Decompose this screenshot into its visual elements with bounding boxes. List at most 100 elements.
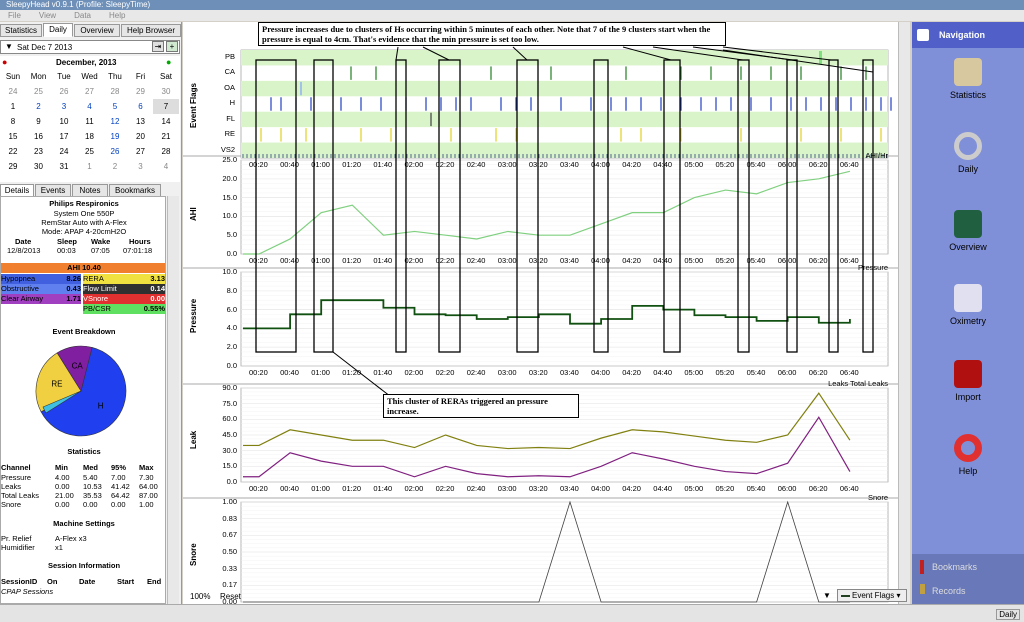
calendar-day[interactable]: 13 <box>128 114 154 129</box>
stats-cell: 1.00 <box>139 500 154 509</box>
calendar-day[interactable]: 1 <box>77 159 103 174</box>
menu-help[interactable]: Help <box>109 11 125 20</box>
calendar-day[interactable]: 10 <box>51 114 77 129</box>
flag-row-label: CA <box>224 67 235 77</box>
calendar-day[interactable]: 27 <box>77 84 103 99</box>
nav-overview[interactable]: Overview <box>912 210 1024 252</box>
calendar-day[interactable]: 23 <box>26 144 52 159</box>
calendar-day[interactable]: 24 <box>51 144 77 159</box>
calendar-day[interactable]: 19 <box>102 129 128 144</box>
calendar-day[interactable]: 22 <box>0 144 26 159</box>
nav-daily[interactable]: Daily <box>912 132 1024 174</box>
calendar-day[interactable]: 8 <box>0 114 26 129</box>
calendar-day[interactable]: 28 <box>102 84 128 99</box>
menu-view[interactable]: View <box>39 11 56 20</box>
calendar-day[interactable]: 15 <box>0 129 26 144</box>
reset-button[interactable]: Reset <box>220 592 241 601</box>
calendar-day[interactable]: 29 <box>128 84 154 99</box>
calendar-day[interactable]: 9 <box>26 114 52 129</box>
x-tick-label: 01:00 <box>311 256 330 265</box>
details-scrollbar[interactable] <box>167 196 179 604</box>
calendar-day[interactable]: 18 <box>77 129 103 144</box>
nav-label: Import <box>955 392 981 402</box>
calendar-day[interactable]: 6 <box>128 99 154 114</box>
calendar-day[interactable]: 12 <box>102 114 128 129</box>
calendar-day[interactable]: 28 <box>153 144 179 159</box>
calendar-day[interactable]: 2 <box>26 99 52 114</box>
x-tick-label: 01:20 <box>342 256 362 265</box>
calendar-day[interactable]: 3 <box>51 99 77 114</box>
machine-model: System One 550P <box>53 209 115 218</box>
sess-hdr-start: Start <box>117 577 135 586</box>
y-tick-label: 0.33 <box>222 563 237 573</box>
calendar-day[interactable]: 20 <box>128 129 154 144</box>
navigation-header: Navigation <box>912 22 1024 48</box>
next-month-icon[interactable]: ● <box>166 57 171 67</box>
add-button[interactable]: + <box>166 41 178 52</box>
calendar-day[interactable]: 31 <box>51 159 77 174</box>
next-day-button[interactable]: ⇥ <box>152 41 164 52</box>
x-tick-label: 05:20 <box>715 484 735 493</box>
stats-cell: 5.40 <box>83 473 98 482</box>
calendar-day[interactable]: 3 <box>128 159 154 174</box>
magnifier-icon <box>954 132 982 160</box>
graph-area: PB CA OA H FL RE VS2 00:20 00:40 01:00 01:20 01:40 0… <box>183 22 898 613</box>
calendar-day[interactable]: 4 <box>77 99 103 114</box>
calendar-day[interactable]: 26 <box>102 144 128 159</box>
scroll-down-icon[interactable]: ▼ <box>823 591 831 600</box>
calendar-day[interactable]: 21 <box>153 129 179 144</box>
calendar-day[interactable]: 14 <box>153 114 179 129</box>
setting-value: x1 <box>55 543 63 552</box>
prev-month-icon[interactable]: ● <box>2 57 7 67</box>
nav-label: Overview <box>949 242 987 252</box>
x-tick-label: 00:40 <box>280 256 299 265</box>
x-tick-label: 05:20 <box>715 368 735 377</box>
event-flags-dropdown[interactable]: Event Flags ▾ <box>837 589 907 602</box>
flag-mark <box>819 51 822 65</box>
menu-data[interactable]: Data <box>74 11 91 20</box>
calendar-day[interactable]: 16 <box>26 129 52 144</box>
calendar-day[interactable]: 26 <box>51 84 77 99</box>
calendar-day[interactable]: 25 <box>77 144 103 159</box>
calendar-day[interactable]: 29 <box>0 159 26 174</box>
tab-help-browser[interactable]: Help Browser <box>121 24 181 37</box>
y-tick-label: 5.0 <box>226 230 237 240</box>
graph-scrollbar[interactable] <box>898 22 910 604</box>
hdr-wake: Wake <box>91 237 111 246</box>
x-tick-label: 03:40 <box>560 484 579 493</box>
nav-help[interactable]: Help <box>912 434 1024 476</box>
date-field[interactable]: Sat Dec 7 2013 <box>17 43 72 52</box>
nav-records[interactable]: Records <box>932 586 966 596</box>
tab-daily[interactable]: Daily <box>43 23 73 37</box>
session-row[interactable]: CPAP Sessions <box>1 587 53 596</box>
calendar-day[interactable]: 25 <box>26 84 52 99</box>
calendar-day[interactable]: 27 <box>128 144 154 159</box>
tab-statistics[interactable]: Statistics <box>0 24 42 37</box>
nav-import[interactable]: Import <box>912 360 1024 402</box>
calendar-day[interactable]: 30 <box>153 84 179 99</box>
calendar-day[interactable]: 2 <box>102 159 128 174</box>
calendar-day[interactable]: 5 <box>102 99 128 114</box>
event-breakdown-title: Event Breakdown <box>52 327 116 336</box>
stats-cell: 7.30 <box>139 473 154 482</box>
nav-oximetry[interactable]: Oximetry <box>912 284 1024 326</box>
calendar-day[interactable]: 1 <box>0 99 26 114</box>
calendar-day[interactable]: 11 <box>77 114 103 129</box>
calendar-day[interactable]: 17 <box>51 129 77 144</box>
nav-bookmarks[interactable]: Bookmarks <box>932 562 977 572</box>
nav-statistics[interactable]: Statistics <box>912 58 1024 100</box>
calendar-day[interactable]: 30 <box>26 159 52 174</box>
menu-file[interactable]: File <box>8 11 21 20</box>
sess-hdr-date: Date <box>79 577 96 586</box>
index-value: 0.55% <box>143 304 165 313</box>
calendar-day[interactable]: 24 <box>0 84 26 99</box>
x-tick-label: 00:20 <box>249 368 268 377</box>
tab-overview[interactable]: Overview <box>74 24 120 37</box>
date-dropdown-icon[interactable]: ▼ <box>5 42 13 51</box>
y-tick-label: 0.0 <box>226 361 237 370</box>
stats-cell: Total Leaks <box>1 491 39 500</box>
calendar-day[interactable]: 4 <box>153 159 179 174</box>
y-axis-label: AHI <box>189 207 198 221</box>
x-tick-label: 06:00 <box>777 256 797 265</box>
calendar-day[interactable]: 7 <box>153 99 179 114</box>
